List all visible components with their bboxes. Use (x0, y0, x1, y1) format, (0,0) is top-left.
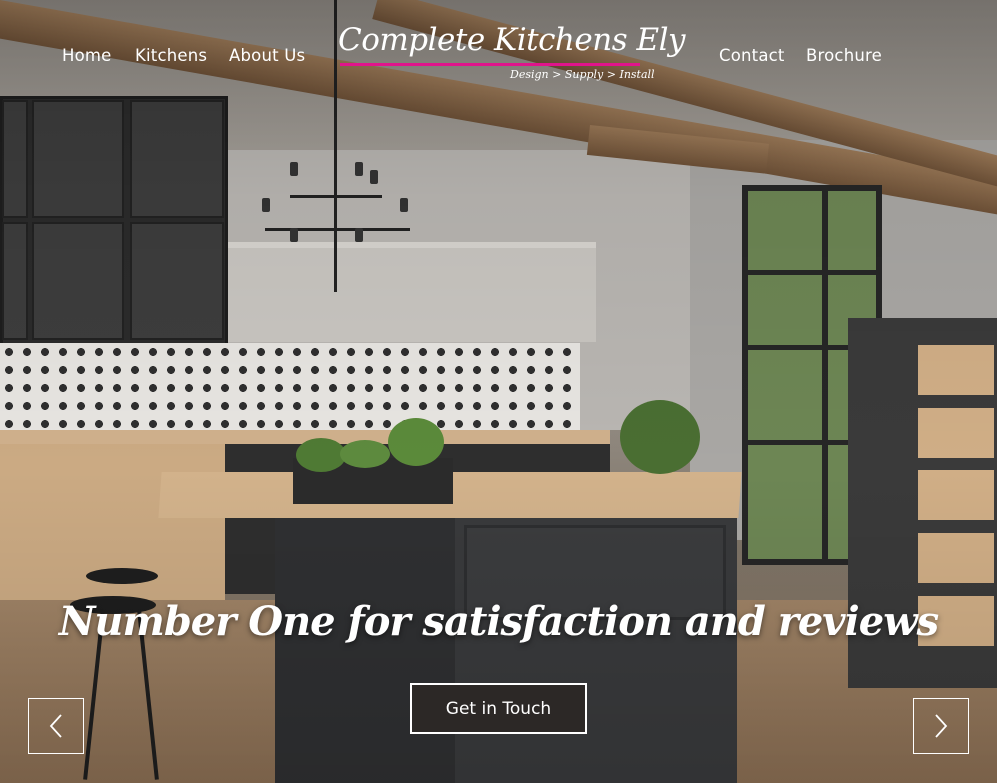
chevron-right-icon (935, 714, 948, 738)
nav-home[interactable]: Home (62, 46, 112, 65)
hero-banner (0, 0, 997, 783)
hero-headline: Number One for satisfaction and reviews (58, 598, 939, 645)
nav-about-us[interactable]: About Us (229, 46, 305, 65)
carousel-prev-button[interactable] (28, 698, 84, 754)
get-in-touch-button[interactable]: Get in Touch (410, 683, 587, 734)
nav-brochure[interactable]: Brochure (806, 46, 882, 65)
nav-contact[interactable]: Contact (719, 46, 785, 65)
nav-kitchens[interactable]: Kitchens (135, 46, 207, 65)
carousel-next-button[interactable] (913, 698, 969, 754)
chevron-left-icon (49, 714, 62, 738)
site-logo[interactable]: Complete Kitchens Ely Design > Supply > … (338, 22, 686, 86)
logo-tagline: Design > Supply > Install (510, 68, 655, 81)
logo-underline (340, 63, 640, 66)
image-overlay (0, 0, 997, 783)
logo-title: Complete Kitchens Ely (338, 22, 686, 58)
